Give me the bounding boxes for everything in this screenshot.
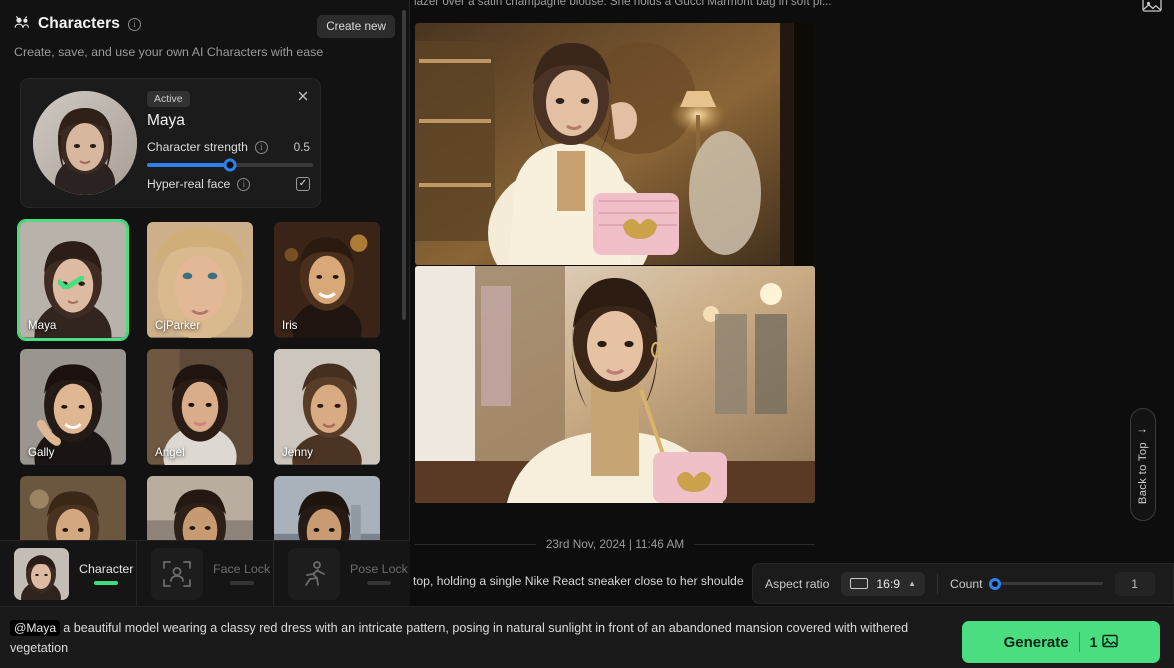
arrow-up-icon: ↑ <box>1136 428 1150 435</box>
prompt-bar: @Maya a beautiful model wearing a classy … <box>0 606 1174 668</box>
character-tile-gally[interactable]: Gally <box>18 347 128 467</box>
results-panel: lazer over a satin champagne blouse. She… <box>410 0 1174 608</box>
prompt-body-text: a beautiful model wearing a classy red d… <box>10 621 909 655</box>
back-to-top-label: Back to Top <box>1137 442 1149 505</box>
tab-face-lock-label: Face Lock <box>213 562 271 576</box>
aspect-ratio-label: Aspect ratio <box>765 576 830 591</box>
face-lock-icon <box>151 547 203 600</box>
tab-inactive-underline <box>366 581 391 585</box>
close-icon[interactable] <box>296 89 310 103</box>
tab-character-text: Character <box>79 562 133 585</box>
tab-pose-lock-label: Pose Lock <box>350 562 408 576</box>
character-tile-label: Iris <box>282 319 298 332</box>
character-grid: Maya CjParker Iris Gally Angel Jenny <box>18 220 400 592</box>
info-icon-strength[interactable]: i <box>254 140 268 154</box>
tab-pose-lock[interactable]: Pose Lock <box>273 541 410 606</box>
active-character-name: Maya <box>147 112 185 129</box>
active-character-card: Active Maya Character strength i 0.5 Hyp… <box>20 78 321 208</box>
hyper-real-face-label: Hyper-real face <box>147 177 231 191</box>
timestamp-divider: 23rd Nov, 2024 | 11:46 AM <box>415 537 816 551</box>
timestamp-label: 23rd Nov, 2024 | 11:46 AM <box>545 537 685 551</box>
back-to-top-button[interactable]: ↑ Back to Top <box>1130 408 1156 521</box>
character-tile-iris[interactable]: Iris <box>272 220 382 340</box>
character-tile-cjparker[interactable]: CjParker <box>145 220 255 340</box>
character-tile-label: Gally <box>28 446 55 459</box>
character-strength-value: 0.5 <box>293 140 310 154</box>
tab-face-lock-text: Face Lock <box>213 562 270 585</box>
people-group-icon <box>14 15 30 34</box>
page-title: Characters <box>38 15 120 32</box>
create-new-button[interactable]: Create new <box>317 15 395 38</box>
hyper-real-face-row: Hyper-real face i ✓ <box>147 177 310 191</box>
character-tile-label: CjParker <box>155 319 201 332</box>
active-character-body: Active Maya Character strength i 0.5 Hyp… <box>147 89 313 191</box>
tab-character-label: Character <box>79 562 134 576</box>
tab-active-underline <box>94 581 119 585</box>
character-tile-jenny[interactable]: Jenny <box>272 347 382 467</box>
tab-character[interactable]: Character <box>0 541 136 606</box>
count-slider-knob[interactable] <box>988 577 1001 590</box>
pose-lock-icon <box>288 547 340 600</box>
character-strength-label: Character strength <box>147 140 248 154</box>
character-tile-label: Jenny <box>282 446 313 459</box>
character-tile-angel[interactable]: Angel <box>145 347 255 467</box>
divider-line-left <box>415 543 536 545</box>
aspect-ratio-dropdown[interactable]: 16:9 ▲ <box>841 571 926 596</box>
generated-image-2[interactable] <box>415 266 815 503</box>
count-slider[interactable] <box>988 577 1103 590</box>
character-thumbnail <box>14 547 69 600</box>
tab-face-lock[interactable]: Face Lock <box>136 541 273 606</box>
clipped-caption: lazer over a satin champagne blouse. She… <box>414 0 832 8</box>
character-mention-tag: @Maya <box>10 620 61 636</box>
active-character-avatar <box>33 91 137 195</box>
options-separator <box>937 573 939 594</box>
aspect-ratio-value: 16:9 <box>876 576 901 591</box>
image-icon <box>1102 634 1119 651</box>
info-icon-hyperreal[interactable]: i <box>237 177 251 191</box>
prompt-input[interactable]: @Maya a beautiful model wearing a classy … <box>10 619 930 658</box>
count-label: Count <box>950 576 983 591</box>
characters-sidebar: Characters i Create, save, and use your … <box>0 0 410 608</box>
hyper-real-face-checkbox[interactable]: ✓ <box>296 177 310 191</box>
image-gallery-icon[interactable] <box>1142 0 1162 13</box>
selected-check-icon <box>58 276 84 289</box>
slider-knob[interactable] <box>223 158 237 172</box>
sidebar-subtitle: Create, save, and use your own AI Charac… <box>14 45 324 59</box>
generate-count: 1 <box>1089 634 1098 650</box>
generation-options-bar: Aspect ratio 16:9 ▲ Count 1 <box>752 563 1174 604</box>
divider-line-right <box>694 543 816 545</box>
slider-fill <box>147 163 230 167</box>
sidebar-scrollbar[interactable] <box>402 10 406 320</box>
character-tile-maya[interactable]: Maya <box>18 220 128 340</box>
tab-pose-lock-text: Pose Lock <box>350 562 408 585</box>
rectangle-16-9-icon <box>850 578 869 589</box>
count-value: 1 <box>1114 571 1155 596</box>
tab-inactive-underline <box>229 581 254 585</box>
generated-image-1[interactable] <box>415 23 815 265</box>
character-tile-label: Maya <box>28 319 57 332</box>
caret-up-icon: ▲ <box>908 579 917 588</box>
generate-button[interactable]: Generate 1 <box>962 621 1160 663</box>
app-root: Characters i Create, save, and use your … <box>0 0 1174 668</box>
status-badge: Active <box>147 91 190 107</box>
lock-tabs-bar: Character Face Lock Pose Lock <box>0 540 410 606</box>
character-strength-row: Character strength i 0.5 <box>147 140 310 154</box>
generate-label: Generate <box>1003 633 1069 651</box>
character-strength-slider[interactable] <box>147 158 313 172</box>
generate-separator <box>1078 632 1080 652</box>
character-tile-label: Angel <box>155 446 185 459</box>
generate-count-group: 1 <box>1090 634 1119 651</box>
info-icon-characters[interactable]: i <box>128 17 141 31</box>
